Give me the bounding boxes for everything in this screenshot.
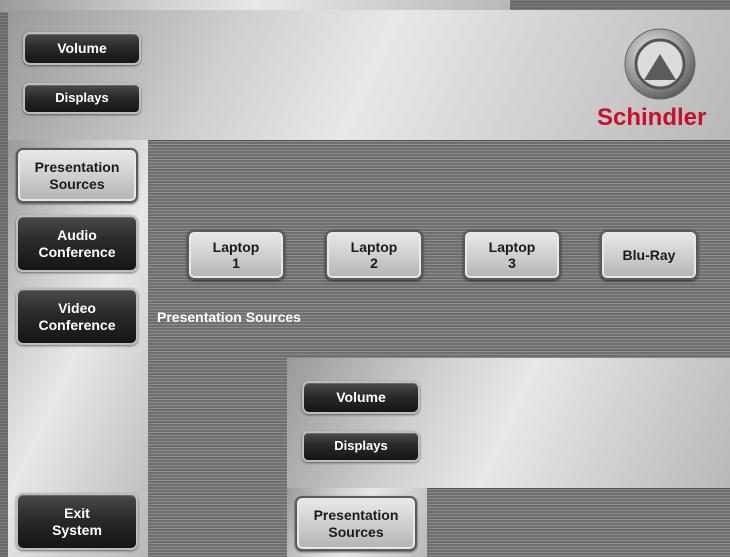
source-laptop-1-line2: 1 (232, 255, 240, 271)
nested-window: Volume Displays Presentation Sources (287, 358, 730, 557)
displays-button-label: Displays (55, 90, 109, 106)
source-bluray-label: Blu-Ray (622, 246, 676, 263)
logo-emblem-icon (624, 28, 696, 100)
video-conference-line2: Conference (38, 316, 116, 333)
audio-conference-line2: Conference (38, 243, 116, 260)
source-laptop-3-line2: 3 (508, 255, 516, 271)
schindler-logo: Schindler (594, 22, 724, 132)
nested-presentation-sources-button[interactable]: Presentation Sources (295, 496, 417, 551)
presentation-sources-line1: Presentation (34, 159, 120, 176)
source-laptop-2-button[interactable]: Laptop 2 (325, 230, 423, 280)
source-laptop-3-button[interactable]: Laptop 3 (463, 230, 561, 280)
nested-presentation-line1: Presentation (313, 507, 399, 524)
displays-button[interactable]: Displays (23, 83, 141, 114)
nested-displays-label: Displays (334, 438, 388, 454)
nested-displays-button[interactable]: Displays (302, 431, 420, 462)
nested-volume-button[interactable]: Volume (302, 381, 420, 414)
source-laptop-1-line1: Laptop (212, 238, 260, 255)
source-laptop-1-button[interactable]: Laptop 1 (187, 230, 285, 280)
presentation-sources-line2: Sources (49, 175, 105, 192)
source-bluray-button[interactable]: Blu-Ray (600, 230, 698, 280)
presentation-sources-button[interactable]: Presentation Sources (16, 148, 138, 203)
exit-system-line1: Exit (64, 505, 90, 522)
source-laptop-2-line1: Laptop (350, 238, 398, 255)
video-conference-button[interactable]: Video Conference (16, 288, 138, 345)
section-label: Presentation Sources (157, 309, 301, 325)
exit-system-line2: System (52, 521, 102, 538)
logo-brand-name: Schindler (597, 104, 707, 131)
source-laptop-3-line1: Laptop (488, 238, 536, 255)
nested-header-panel (287, 358, 730, 488)
audio-conference-button[interactable]: Audio Conference (16, 215, 138, 272)
exit-system-button[interactable]: Exit System (16, 493, 138, 550)
nested-content-area (427, 488, 730, 557)
volume-button-label: Volume (57, 40, 107, 57)
video-conference-line1: Video (58, 300, 96, 317)
source-laptop-2-line2: 2 (370, 255, 378, 271)
audio-conference-line1: Audio (57, 227, 97, 244)
nested-volume-label: Volume (336, 389, 386, 406)
nested-presentation-line2: Sources (328, 523, 384, 540)
volume-button[interactable]: Volume (23, 32, 141, 65)
